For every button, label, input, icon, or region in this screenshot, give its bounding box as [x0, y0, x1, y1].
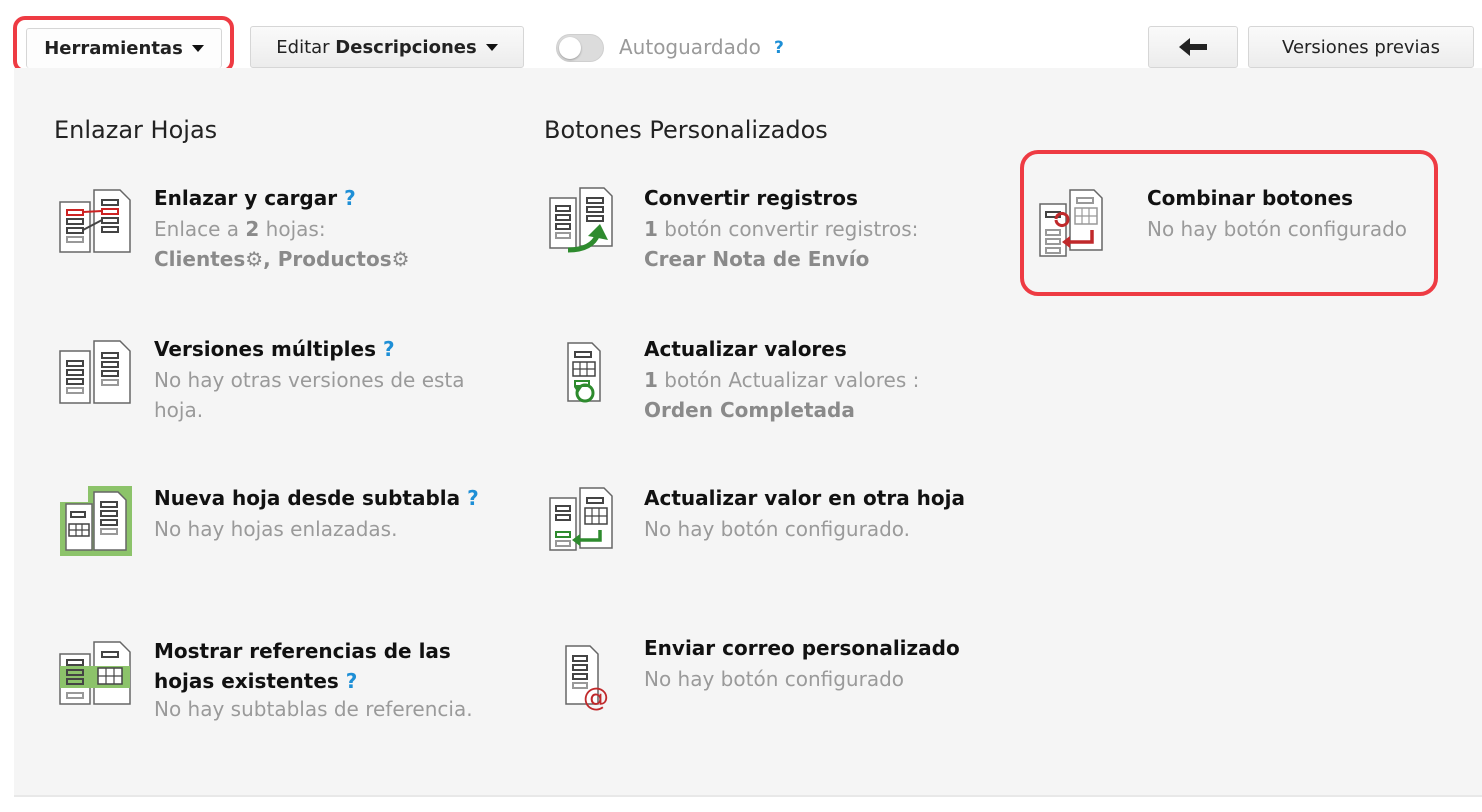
highlight-combine-buttons [1020, 150, 1438, 296]
item-desc: No hay hojas enlazadas. [154, 517, 398, 541]
item-title: Enviar correo personalizado [644, 636, 960, 660]
link-sheets-icon [59, 189, 131, 253]
show-references-item[interactable]: Mostrar referencias de las hojas existent… [54, 634, 494, 754]
item-desc: No hay botón configurado. [644, 517, 911, 541]
item-title: Versiones múltiples ? [154, 337, 395, 361]
item-title: Convertir registros [644, 186, 858, 210]
send-custom-email-item[interactable]: @ Enviar correo personalizado No hay bot… [544, 634, 984, 734]
item-desc: Enlace a 2 hojas: Clientes⚙, Productos⚙ [154, 217, 410, 271]
back-button[interactable] [1148, 26, 1238, 68]
help-icon[interactable]: ? [467, 486, 479, 510]
linked-sheet-productos[interactable]: Productos [278, 247, 392, 271]
gear-icon[interactable]: ⚙ [245, 247, 263, 271]
update-other-sheet-icon [549, 487, 613, 551]
item-title: Actualizar valores [644, 337, 847, 361]
tools-panel: Enlazar Hojas Botones Personalizados Enl… [14, 68, 1482, 797]
edit-prefix-label: Editar [276, 36, 330, 58]
toggle-knob [559, 37, 581, 59]
new-sheet-subtable-icon [60, 486, 132, 556]
update-button-name[interactable]: Orden Completada [644, 398, 855, 422]
section-title-custom-buttons: Botones Personalizados [544, 116, 828, 144]
item-title: Nueva hoja desde subtabla ? [154, 486, 479, 510]
previous-versions-label: Versiones previas [1282, 36, 1440, 58]
help-icon[interactable]: ? [346, 669, 358, 693]
autosave-help-icon[interactable]: ? [774, 38, 784, 58]
multiple-versions-item[interactable]: Versiones múltiples ? No hay otras versi… [54, 335, 494, 435]
item-desc: No hay subtablas de referencia. [154, 697, 473, 721]
edit-descriptions-button[interactable]: Editar Descripciones [250, 26, 524, 68]
item-title: Enlazar y cargar ? [154, 186, 356, 210]
highlight-tools-menu [13, 16, 234, 73]
previous-versions-button[interactable]: Versiones previas [1248, 26, 1474, 68]
item-title: Actualizar valor en otra hoja [644, 486, 965, 510]
help-icon[interactable]: ? [383, 337, 395, 361]
item-desc: No hay otras versiones de esta hoja. [154, 368, 465, 422]
section-title-link-sheets: Enlazar Hojas [54, 116, 218, 144]
update-values-icon [567, 342, 601, 403]
item-desc: 1 botón convertir registros: Crear Nota d… [644, 217, 919, 271]
item-title: Mostrar referencias de las hojas existent… [154, 639, 451, 693]
edit-bold-label: Descripciones [335, 36, 477, 58]
item-desc: No hay botón configurado [644, 667, 905, 691]
svg-text:@: @ [583, 683, 609, 712]
convert-records-icon [549, 187, 613, 253]
autosave-label: Autoguardado [619, 35, 761, 59]
help-icon[interactable]: ? [344, 186, 356, 210]
chevron-down-icon [485, 43, 498, 51]
autosave-toggle[interactable] [556, 34, 604, 62]
gear-icon[interactable]: ⚙ [392, 247, 410, 271]
update-values-item[interactable]: Actualizar valores 1 botón Actualizar va… [544, 335, 984, 435]
convert-records-item[interactable]: Convertir registros 1 botón convertir re… [544, 184, 984, 284]
item-desc: 1 botón Actualizar valores : Orden Comple… [644, 368, 920, 422]
email-sheet-icon: @ [565, 645, 609, 712]
linked-sheet-clientes[interactable]: Clientes [154, 247, 245, 271]
convert-button-name[interactable]: Crear Nota de Envío [644, 247, 869, 271]
arrow-left-icon [1179, 38, 1207, 56]
update-other-sheet-item[interactable]: Actualizar valor en otra hoja No hay bot… [544, 484, 984, 584]
show-references-icon [59, 641, 131, 705]
link-and-load-item[interactable]: Enlazar y cargar ? Enlace a 2 hojas: Cli… [54, 184, 494, 284]
multiple-versions-icon [59, 340, 131, 404]
toolbar: Herramientas Editar Descripciones Autogu… [0, 0, 1482, 73]
new-sheet-from-subtable-item[interactable]: Nueva hoja desde subtabla ? No hay hojas… [54, 484, 494, 584]
